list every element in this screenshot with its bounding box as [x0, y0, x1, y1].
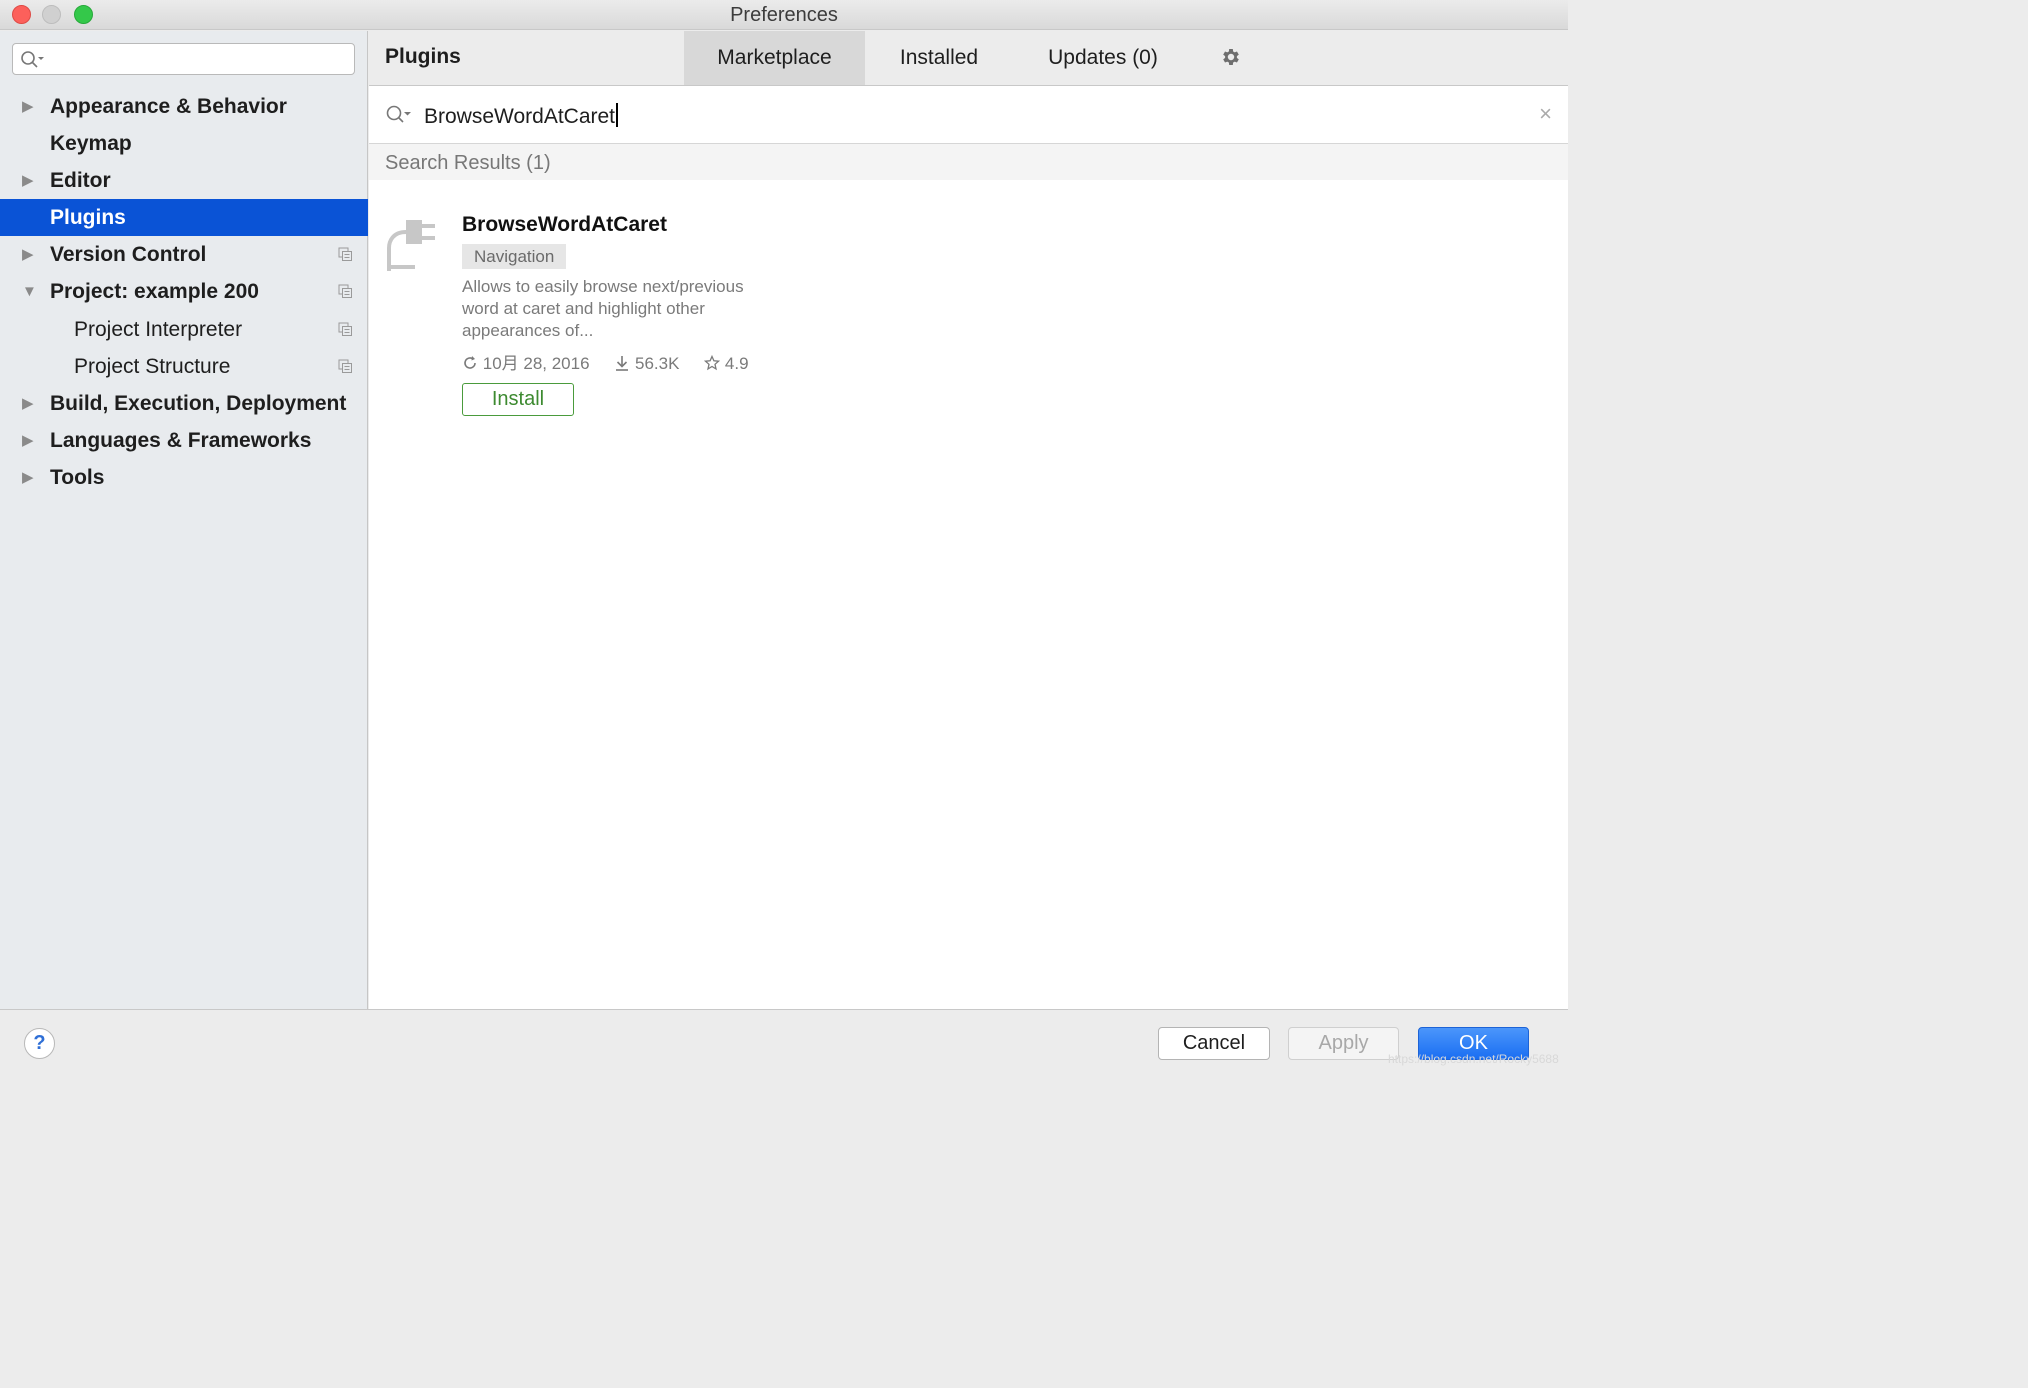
- plugin-rating: 4.9: [704, 354, 758, 373]
- gear-icon[interactable]: [1220, 46, 1242, 73]
- sidebar-item-appearance[interactable]: ▶ Appearance & Behavior: [0, 88, 368, 125]
- tab-updates[interactable]: Updates (0): [1029, 31, 1177, 85]
- expand-arrow-icon[interactable]: ▶: [22, 385, 38, 422]
- plugin-search-input[interactable]: BrowseWordAtCaret ×: [369, 87, 1568, 144]
- sidebar-item-project-interpreter[interactable]: Project Interpreter: [0, 311, 368, 348]
- sidebar-item-label: Languages & Frameworks: [50, 428, 312, 452]
- sidebar-item-label: Project Structure: [74, 354, 231, 378]
- plugins-header: Plugins Marketplace Installed Updates (0…: [369, 31, 1568, 86]
- plug-icon: [385, 215, 445, 280]
- dialog-footer: ? Cancel Apply OK https://blog.csdn.net/…: [0, 1009, 1568, 1073]
- sidebar-item-languages[interactable]: ▶ Languages & Frameworks: [0, 422, 368, 459]
- search-icon: [385, 104, 413, 131]
- sidebar-item-label: Plugins: [50, 206, 126, 230]
- collapse-arrow-icon[interactable]: ▼: [22, 273, 38, 310]
- tab-marketplace[interactable]: Marketplace: [684, 31, 865, 85]
- plugin-name[interactable]: BrowseWordAtCaret: [462, 213, 667, 237]
- clear-search-icon[interactable]: ×: [1539, 101, 1552, 127]
- download-icon: [616, 356, 629, 371]
- install-button[interactable]: Install: [462, 383, 574, 416]
- plugin-card[interactable]: BrowseWordAtCaret Navigation Allows to e…: [369, 211, 969, 431]
- copy-icon: [338, 322, 352, 336]
- copy-icon: [338, 284, 352, 299]
- sidebar-item-label: Editor: [50, 169, 111, 193]
- sidebar-item-version-control[interactable]: ▶ Version Control: [0, 236, 368, 273]
- sidebar-item-keymap[interactable]: Keymap: [0, 125, 368, 162]
- sidebar-item-editor[interactable]: ▶ Editor: [0, 162, 368, 199]
- star-icon: [704, 354, 721, 371]
- search-results-label: Search Results (1): [369, 144, 1568, 180]
- page-title: Plugins: [385, 45, 461, 68]
- tab-installed[interactable]: Installed: [874, 31, 1004, 85]
- sidebar-item-tools[interactable]: ▶ Tools: [0, 459, 368, 496]
- sidebar-item-label: Keymap: [50, 132, 132, 156]
- sidebar-item-label: Version Control: [50, 243, 207, 267]
- expand-arrow-icon[interactable]: ▶: [22, 236, 38, 273]
- expand-arrow-icon[interactable]: ▶: [22, 162, 38, 199]
- settings-search-input[interactable]: [12, 43, 355, 75]
- search-icon: [20, 50, 46, 75]
- settings-tree: ▶ Appearance & Behavior Keymap ▶ Editor …: [0, 88, 368, 496]
- plugin-category-tag: Navigation: [462, 244, 567, 269]
- refresh-icon: [464, 356, 476, 369]
- window-title: Preferences: [730, 4, 838, 26]
- settings-sidebar: ▶ Appearance & Behavior Keymap ▶ Editor …: [0, 31, 368, 1009]
- expand-arrow-icon[interactable]: ▶: [22, 88, 38, 125]
- copy-icon: [338, 247, 352, 262]
- plugin-date: 10月 28, 2016: [462, 354, 600, 373]
- plugins-panel: Plugins Marketplace Installed Updates (0…: [369, 31, 1568, 1009]
- sidebar-item-plugins[interactable]: Plugins: [0, 199, 368, 237]
- sidebar-item-label: Appearance & Behavior: [50, 95, 287, 118]
- sidebar-item-build[interactable]: ▶ Build, Execution, Deployment: [0, 385, 368, 422]
- sidebar-item-project[interactable]: ▼ Project: example 200: [0, 273, 368, 310]
- cancel-button[interactable]: Cancel: [1158, 1027, 1270, 1060]
- plugin-description: Allows to easily browse next/previous wo…: [462, 277, 744, 340]
- sidebar-item-project-structure[interactable]: Project Structure: [0, 348, 368, 385]
- sidebar-item-label: Project Interpreter: [74, 317, 243, 341]
- title-bar: Preferences: [0, 0, 1568, 30]
- plugin-downloads: 56.3K: [614, 354, 689, 373]
- sidebar-item-label: Build, Execution, Deployment: [50, 391, 347, 415]
- plugin-meta: 10月 28, 2016 56.3K 4.9: [462, 349, 769, 374]
- search-query[interactable]: BrowseWordAtCaret: [424, 103, 619, 129]
- watermark: https://blog.csdn.net/Rocky5688: [1388, 1052, 1559, 1066]
- expand-arrow-icon[interactable]: ▶: [22, 422, 38, 459]
- expand-arrow-icon[interactable]: ▶: [22, 459, 38, 496]
- help-icon[interactable]: ?: [24, 1028, 55, 1059]
- sidebar-item-label: Project: example 200: [50, 280, 259, 304]
- apply-button[interactable]: Apply: [1288, 1027, 1399, 1060]
- sidebar-item-label: Tools: [50, 465, 105, 489]
- copy-icon: [338, 359, 352, 373]
